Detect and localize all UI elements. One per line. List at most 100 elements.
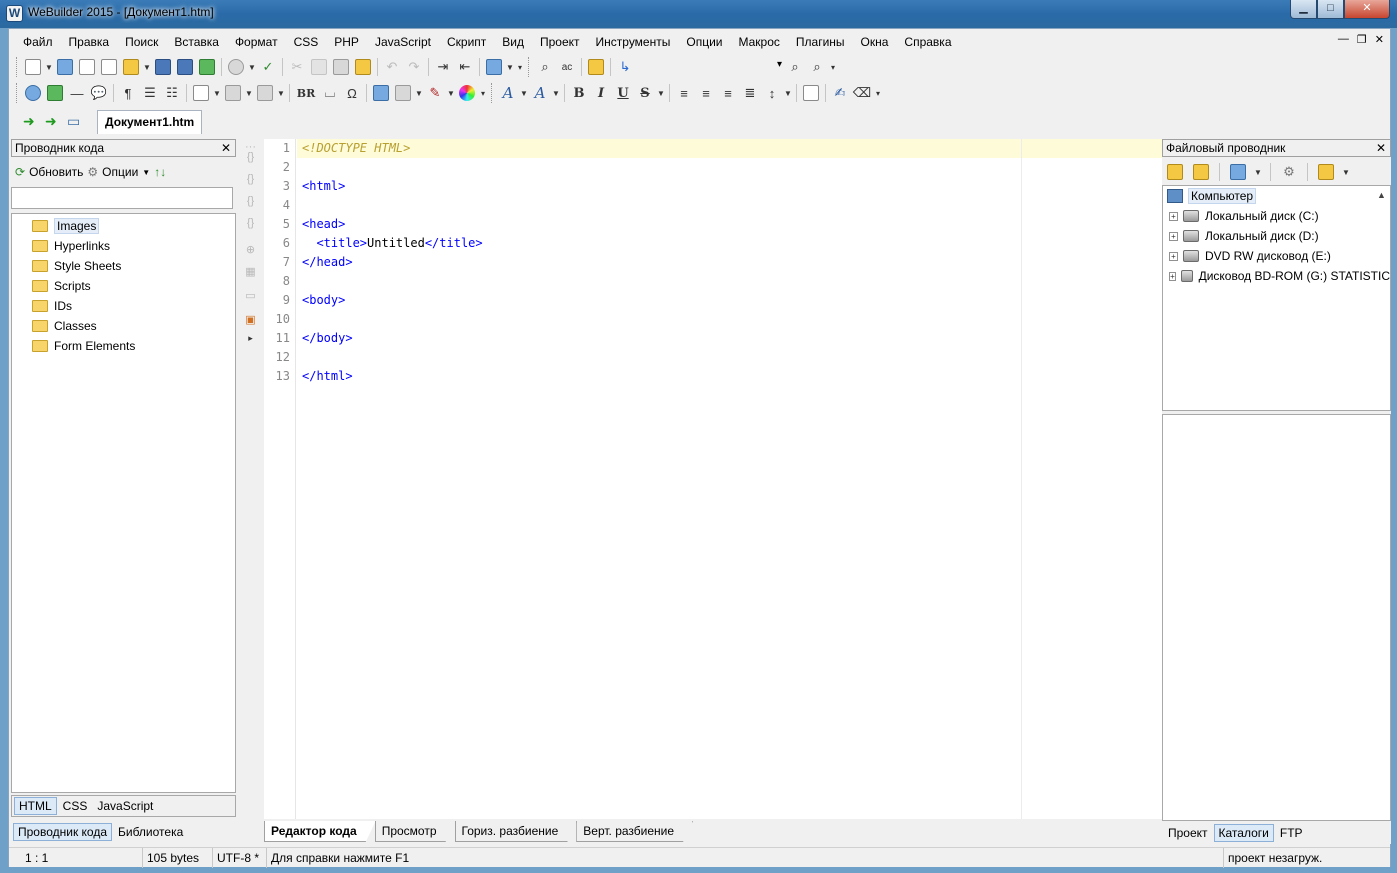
tab-library[interactable]: Библиотека <box>114 824 187 840</box>
list-item[interactable]: Hyperlinks <box>12 236 235 256</box>
spellcheck-button[interactable]: ✓ <box>257 56 279 78</box>
close-button[interactable]: ✕ <box>1344 0 1390 19</box>
layout-dropdown[interactable]: ▼ <box>505 56 515 78</box>
preview-button[interactable] <box>225 56 247 78</box>
tab-html[interactable]: HTML <box>14 797 57 815</box>
paste-special-button[interactable] <box>352 56 374 78</box>
menu-help[interactable]: Справка <box>896 32 959 52</box>
tab-code-explorer[interactable]: Проводник кода <box>13 823 113 841</box>
replace-button[interactable]: ac <box>556 56 578 78</box>
toolbar-grip[interactable] <box>491 83 494 103</box>
css-icon[interactable]: ▣ <box>242 313 259 330</box>
paragraph-button[interactable]: ¶ <box>117 82 139 104</box>
menu-windows[interactable]: Окна <box>853 32 897 52</box>
toolbar2-overflow[interactable]: ▾ <box>478 82 488 104</box>
font-button[interactable]: A <box>497 82 519 104</box>
line-height-dropdown[interactable]: ▼ <box>783 82 793 104</box>
tab-javascript[interactable]: JavaScript <box>93 798 157 814</box>
form-button[interactable] <box>254 82 276 104</box>
folder-up-button[interactable] <box>1164 161 1186 183</box>
menu-format[interactable]: Формат <box>227 32 286 52</box>
document-tab[interactable]: Документ1.htm <box>97 110 203 134</box>
table-button[interactable] <box>222 82 244 104</box>
menu-php[interactable]: PHP <box>326 32 367 52</box>
insert-link-button[interactable] <box>22 82 44 104</box>
file-list-pane[interactable] <box>1162 414 1391 821</box>
code-line[interactable] <box>297 158 302 177</box>
list-item[interactable]: Images <box>12 216 235 236</box>
scroll-up-icon[interactable]: ▲ <box>1377 190 1386 200</box>
redo-button[interactable]: ↷ <box>403 56 425 78</box>
save-button[interactable] <box>152 56 174 78</box>
list-item[interactable]: Classes <box>12 316 235 336</box>
find-next-button[interactable]: ⌕ <box>806 56 828 78</box>
cut-button[interactable]: ✂ <box>286 56 308 78</box>
strike-dropdown[interactable]: ▼ <box>656 82 666 104</box>
tree-item-drive[interactable]: + Локальный диск (C:) <box>1163 206 1390 226</box>
align-left-button[interactable]: ≡ <box>673 82 695 104</box>
list-item[interactable]: Style Sheets <box>12 256 235 276</box>
code-line[interactable] <box>297 196 302 215</box>
tab-preview[interactable]: Просмотр <box>375 821 456 842</box>
marker-dropdown[interactable]: ▼ <box>446 82 456 104</box>
list-item[interactable]: Scripts <box>12 276 235 296</box>
code-line[interactable] <box>297 348 302 367</box>
marker-button[interactable]: ✎ <box>424 82 446 104</box>
menu-macro[interactable]: Макрос <box>730 32 787 52</box>
preview-dropdown[interactable]: ▼ <box>247 56 257 78</box>
tab-list-icon[interactable]: ▭ <box>67 113 83 129</box>
close-icon[interactable]: ✕ <box>1376 140 1386 157</box>
code-line[interactable]: <head> <box>297 215 345 234</box>
find-button[interactable]: ⌕ <box>534 56 556 78</box>
toolbar1b-overflow[interactable]: ▾ <box>828 56 838 78</box>
tab-project[interactable]: Проект <box>1164 825 1212 841</box>
special-char-button[interactable]: Ω <box>341 82 363 104</box>
toolbar1-overflow[interactable]: ▾ <box>515 56 525 78</box>
mdi-minimize-button[interactable]: — <box>1338 33 1349 46</box>
indent-button[interactable]: ⇥ <box>432 56 454 78</box>
back-arrow-icon[interactable]: ➜ <box>23 113 39 129</box>
line-height-button[interactable]: ↕ <box>761 82 783 104</box>
tab-css[interactable]: CSS <box>59 798 92 814</box>
shape-dropdown[interactable]: ▼ <box>414 82 424 104</box>
menu-file[interactable]: Файл <box>15 32 61 52</box>
toolbar-grip[interactable] <box>528 57 531 77</box>
find-in-files-button[interactable] <box>585 56 607 78</box>
menu-tools[interactable]: Инструменты <box>588 32 679 52</box>
script-button[interactable] <box>370 82 392 104</box>
maximize-button[interactable]: □ <box>1317 0 1344 19</box>
table-dropdown[interactable]: ▼ <box>244 82 254 104</box>
forward-arrow-icon[interactable]: ➜ <box>45 113 61 129</box>
refresh-button[interactable]: ⟳ Обновить <box>15 165 83 179</box>
menu-project[interactable]: Проект <box>532 32 588 52</box>
menu-plugins[interactable]: Плагины <box>788 32 853 52</box>
underline-button[interactable]: U <box>612 82 634 104</box>
align-right-button[interactable]: ≡ <box>717 82 739 104</box>
folder-menu-button[interactable] <box>1315 161 1337 183</box>
insert-hr-button[interactable]: ― <box>66 82 88 104</box>
undo-button[interactable]: ↶ <box>381 56 403 78</box>
view-mode-button[interactable] <box>1227 161 1249 183</box>
block-select-icon[interactable]: {} <box>242 195 259 212</box>
goto-line-button[interactable]: ↳ <box>614 56 636 78</box>
new-file-button[interactable] <box>22 56 44 78</box>
new-folder-button[interactable] <box>1190 161 1212 183</box>
line-break-button[interactable]: BR <box>293 82 319 104</box>
font-dropdown[interactable]: ▼ <box>519 82 529 104</box>
open-button[interactable] <box>120 56 142 78</box>
save-all-button[interactable] <box>174 56 196 78</box>
menu-insert[interactable]: Вставка <box>166 32 227 52</box>
code-line[interactable] <box>297 310 302 329</box>
code-line[interactable]: </head> <box>297 253 353 272</box>
block-end-icon[interactable]: {} <box>242 173 259 190</box>
mdi-restore-button[interactable]: ❐ <box>1357 33 1367 46</box>
save-as-button[interactable] <box>196 56 218 78</box>
tree-item-drive[interactable]: + Дисковод BD-ROM (G:) STATISTIC <box>1163 266 1390 286</box>
style-button[interactable]: ✍ <box>829 82 851 104</box>
code-line[interactable]: <html> <box>297 177 345 196</box>
layout-button[interactable] <box>483 56 505 78</box>
new-file-dropdown[interactable]: ▼ <box>44 56 54 78</box>
block-start-icon[interactable]: {} <box>242 151 259 168</box>
italic-button[interactable]: I <box>590 82 612 104</box>
toolbar2b-overflow[interactable]: ▾ <box>873 82 883 104</box>
